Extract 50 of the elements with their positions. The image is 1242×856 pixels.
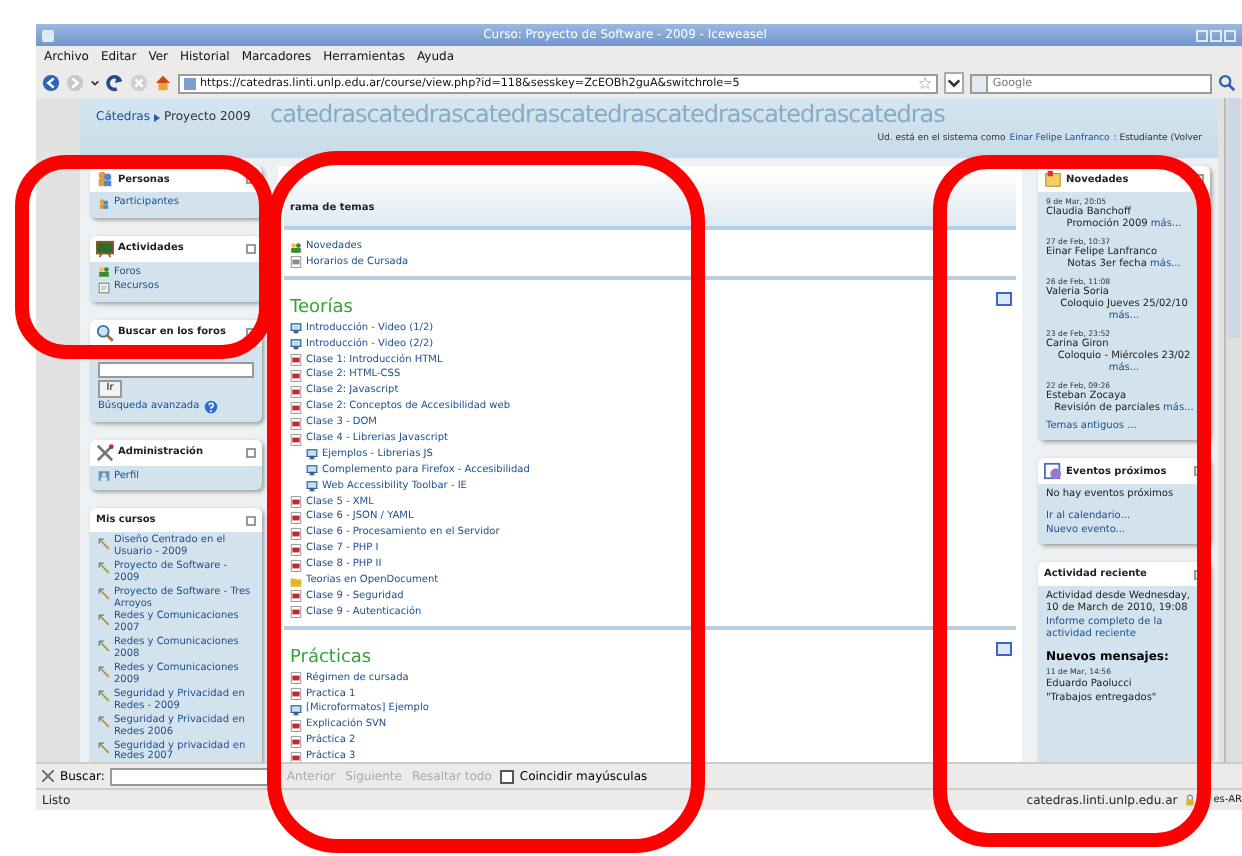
document-icon (98, 281, 110, 293)
home-icon[interactable] (154, 74, 172, 92)
dropdown-icon[interactable] (90, 78, 100, 88)
monitor-icon (290, 322, 302, 335)
favicon-icon (184, 77, 196, 89)
collapse-button[interactable] (246, 327, 256, 337)
collapse-button[interactable] (246, 447, 256, 457)
minimize-button[interactable] (1196, 29, 1208, 41)
people-icon (290, 241, 302, 253)
topic-title: Teorías (290, 298, 355, 319)
forum-search-field[interactable] (98, 361, 254, 377)
monitor-icon (306, 464, 318, 477)
highlight-toggle-icon[interactable] (996, 292, 1012, 307)
back-icon[interactable] (42, 74, 60, 92)
people-icon (98, 266, 110, 278)
people-icon (96, 170, 114, 188)
close-button[interactable] (1224, 29, 1236, 41)
profile-icon (98, 470, 110, 482)
star-icon[interactable] (918, 76, 932, 90)
lock-icon (1183, 794, 1196, 806)
breadcrumb-arrow-icon (154, 113, 160, 121)
monitor-icon (306, 480, 318, 493)
document-icon (290, 256, 302, 269)
course-icon (98, 537, 110, 549)
folder-icon (290, 575, 302, 588)
monitor-icon (290, 338, 302, 351)
magnifier-icon (96, 323, 114, 341)
help-icon[interactable] (203, 399, 218, 413)
maximize-button[interactable] (1210, 29, 1222, 41)
course-icon (98, 742, 110, 754)
search-icon[interactable] (1218, 74, 1236, 92)
collapse-button[interactable] (1194, 174, 1204, 184)
collapse-button[interactable] (246, 515, 256, 525)
highlight-toggle-icon[interactable] (996, 642, 1012, 657)
reload-icon[interactable] (106, 74, 124, 92)
monitor-icon (290, 703, 302, 716)
scrollbar[interactable] (1224, 98, 1242, 762)
banner-text: catedrascatedrascatedrascatedrascatedrascatedrascatedras (270, 100, 945, 128)
topic-title: Prácticas (290, 648, 374, 669)
tools-icon (96, 443, 114, 461)
collapse-button[interactable] (246, 243, 256, 253)
news-icon (1044, 170, 1062, 188)
blackboard-icon (96, 239, 114, 257)
collapse-button[interactable] (246, 174, 256, 184)
app-icon (42, 29, 54, 41)
people-icon (98, 197, 110, 209)
dropdown-icon[interactable] (944, 72, 964, 94)
monitor-icon (306, 448, 318, 461)
checkbox[interactable] (499, 769, 514, 783)
close-icon[interactable] (42, 770, 54, 782)
